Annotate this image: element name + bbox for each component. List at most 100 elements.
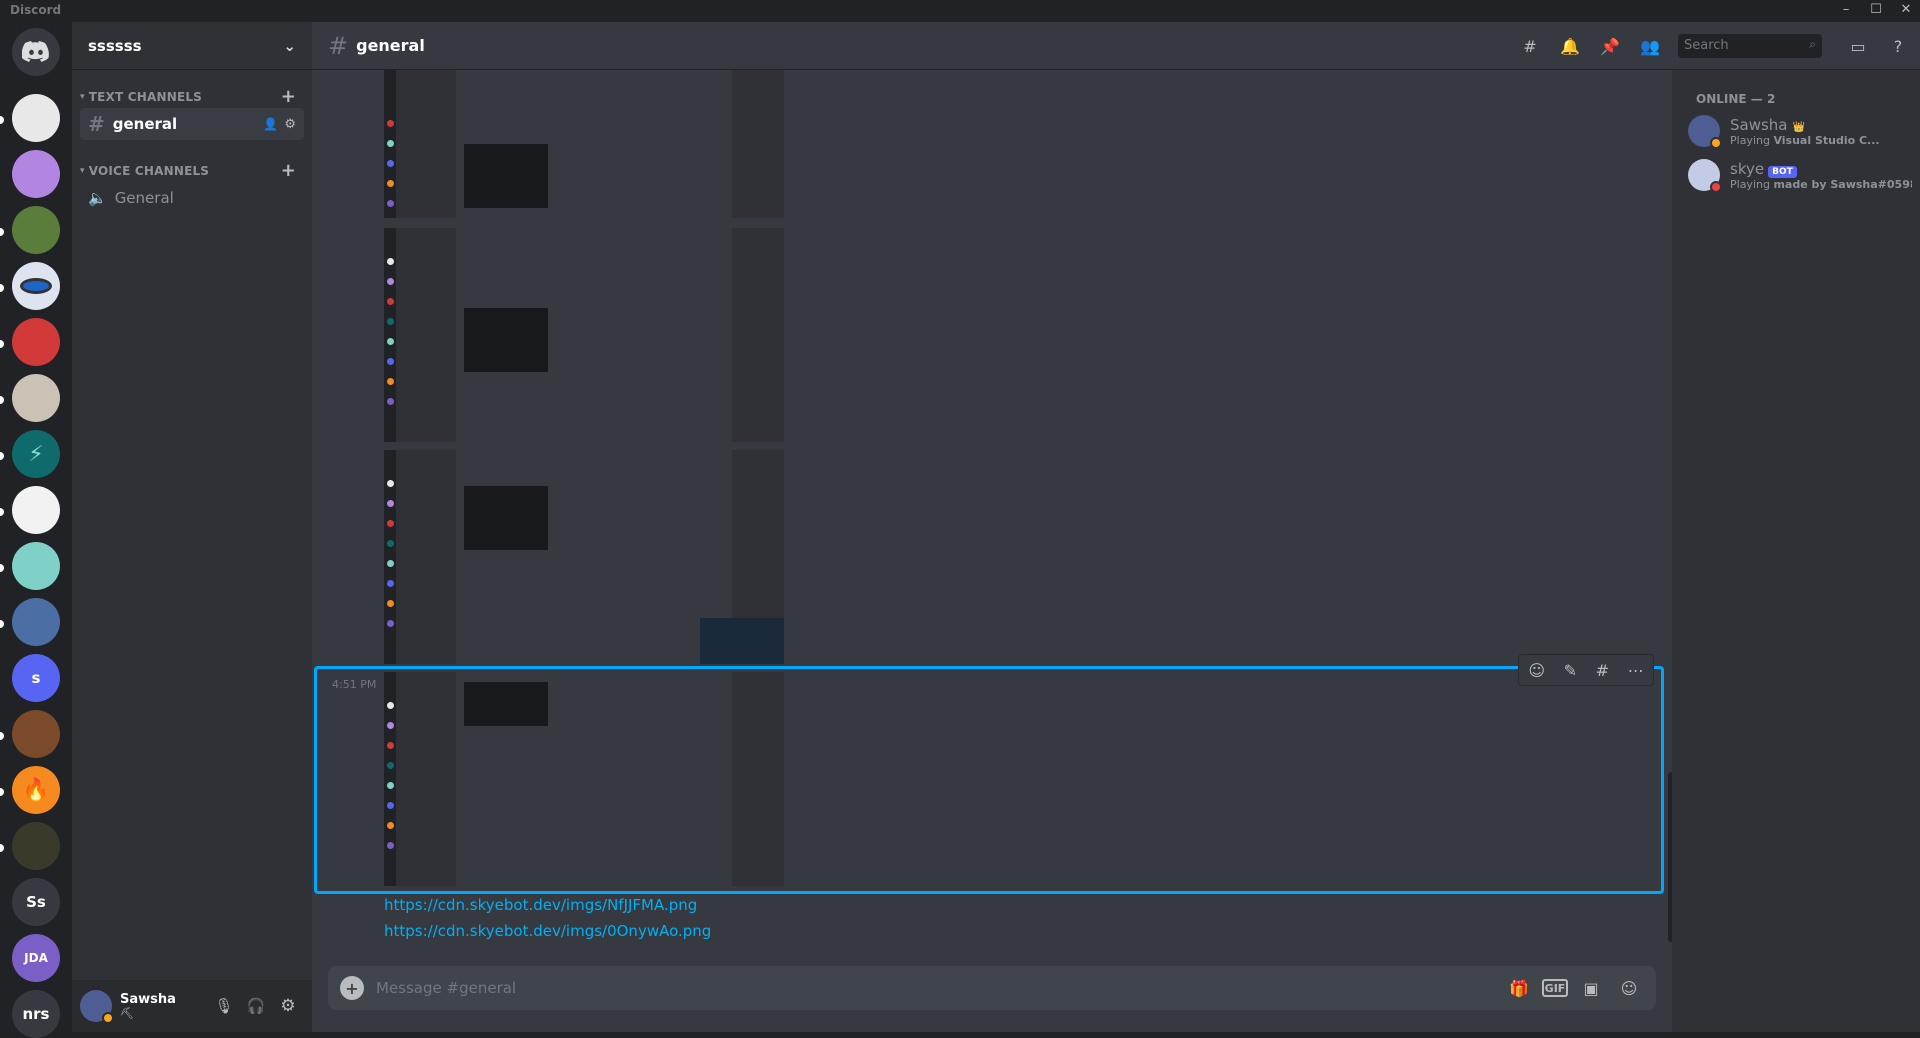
title-bar: Discord – ☐ ✕	[0, 0, 1920, 22]
emoji-icon[interactable]: ☺	[1614, 976, 1644, 1000]
status-indicator	[102, 1012, 114, 1024]
chevron-down-icon: ⌄	[283, 36, 296, 55]
unread-indicator	[0, 788, 4, 796]
guild-icon-14[interactable]	[12, 822, 60, 870]
add-reaction-icon[interactable]: ☺	[1528, 661, 1545, 680]
pin-icon[interactable]: 📌	[1598, 34, 1622, 58]
guild-icon-7[interactable]: ⚡	[12, 430, 60, 478]
bot-badge: BOT	[1768, 166, 1797, 178]
member-list-icon[interactable]: 👥	[1638, 34, 1662, 58]
user-panel: Sawsha ⛏ 🎙 🎧 ⚙	[72, 980, 312, 1032]
message-list[interactable]: 4:51 PM ☺ ✎ # ⋯ https://cdn.skyebot.dev/…	[312, 70, 1672, 950]
gif-icon[interactable]: GIF	[1542, 979, 1568, 997]
message-link[interactable]: https://cdn.skyebot.dev/imgs/0OnywAo.png	[384, 922, 711, 940]
unread-indicator	[0, 228, 4, 236]
text-channel-icon: #	[88, 112, 105, 136]
upload-icon[interactable]: +	[340, 976, 364, 1000]
category-text-channels[interactable]: ▾ TEXT CHANNELS +	[80, 86, 304, 107]
guild-icon-ss[interactable]: Ss	[12, 878, 60, 926]
guild-icon-5[interactable]	[12, 318, 60, 366]
channel-sidebar: ssssss ⌄ ▾ TEXT CHANNELS + # general 👤 ⚙…	[72, 22, 312, 1032]
unread-indicator	[0, 620, 4, 628]
member-name: skye	[1730, 160, 1765, 178]
member-sawsha[interactable]: Sawsha 👑 Playing Visual Studio C...	[1688, 110, 1912, 152]
headphones-icon[interactable]: 🎧	[240, 997, 272, 1015]
unread-indicator	[0, 284, 4, 292]
message-link[interactable]: https://cdn.skyebot.dev/imgs/NfJJFMA.png	[384, 896, 697, 914]
thread-icon[interactable]: #	[1596, 661, 1609, 680]
maximize-button[interactable]: ☐	[1866, 2, 1886, 17]
channel-general[interactable]: # general 👤 ⚙	[80, 108, 304, 140]
username: Sawsha	[120, 992, 176, 1007]
guild-icon-2[interactable]	[12, 150, 60, 198]
unread-indicator	[0, 844, 4, 852]
unread-indicator	[0, 116, 4, 124]
guild-icon-12[interactable]	[12, 710, 60, 758]
help-icon[interactable]: ?	[1886, 34, 1910, 58]
unread-indicator	[0, 508, 4, 516]
message-highlight[interactable]	[314, 666, 1664, 894]
guild-icon-9[interactable]	[12, 542, 60, 590]
message-input[interactable]	[374, 978, 1496, 998]
sticker-icon[interactable]: ▣	[1576, 976, 1606, 1000]
text-channel-icon: #	[328, 31, 349, 60]
create-channel-icon[interactable]: +	[281, 160, 296, 181]
members-header: ONLINE — 2	[1696, 92, 1776, 106]
close-button[interactable]: ✕	[1896, 2, 1916, 17]
unread-indicator	[0, 396, 4, 404]
channel-label: general	[112, 115, 178, 133]
edit-icon[interactable]: ✎	[1564, 661, 1577, 680]
guild-icon-4[interactable]	[12, 262, 60, 310]
search-icon: ⌕	[1809, 37, 1816, 51]
discord-home-button[interactable]	[12, 28, 60, 76]
guild-icon-6[interactable]	[12, 374, 60, 422]
threads-icon[interactable]: #	[1518, 34, 1542, 58]
channel-label: General	[114, 189, 174, 207]
unread-indicator	[0, 452, 4, 460]
bell-icon[interactable]: 🔔	[1558, 34, 1582, 58]
guild-icon-s[interactable]: s	[12, 654, 60, 702]
app-title: Discord	[10, 3, 62, 17]
server-header[interactable]: ssssss ⌄	[72, 22, 312, 70]
avatar[interactable]	[80, 990, 114, 1024]
server-name: ssssss	[88, 36, 142, 55]
invite-icon[interactable]: 👤	[263, 117, 278, 131]
guild-icon-8[interactable]	[12, 486, 60, 534]
chevron-down-icon: ▾	[80, 92, 85, 102]
category-label: TEXT CHANNELS	[88, 90, 203, 104]
member-skye[interactable]: skye BOT Playing made by Sawsha#0598	[1688, 154, 1912, 196]
voice-channel-general[interactable]: 🔈 General	[80, 182, 304, 214]
minimize-button[interactable]: –	[1836, 2, 1856, 17]
gear-icon[interactable]: ⚙	[272, 996, 304, 1016]
speaker-icon: 🔈	[88, 189, 107, 207]
guild-icon-jda[interactable]: JDA	[12, 934, 60, 982]
guild-icon-10[interactable]	[12, 598, 60, 646]
chevron-down-icon: ▾	[80, 166, 85, 176]
guild-icon-nrs[interactable]: nrs	[12, 990, 60, 1038]
member-activity: Playing Visual Studio C...	[1730, 134, 1880, 147]
category-voice-channels[interactable]: ▾ VOICE CHANNELS +	[80, 160, 304, 181]
unread-indicator	[0, 564, 4, 572]
inbox-icon[interactable]: ▭	[1846, 34, 1870, 58]
search-placeholder: Search	[1684, 38, 1729, 53]
image-attachment[interactable]	[384, 70, 784, 218]
avatar	[1688, 159, 1722, 193]
guild-icon-13[interactable]: 🔥	[12, 766, 60, 814]
guild-icon-1[interactable]	[12, 94, 60, 142]
channel-title: general	[356, 36, 425, 55]
create-channel-icon[interactable]: +	[281, 86, 296, 107]
mute-icon[interactable]: 🎙	[208, 997, 240, 1015]
image-attachment[interactable]	[384, 450, 784, 664]
member-name: Sawsha	[1730, 116, 1788, 134]
gift-icon[interactable]: 🎁	[1504, 976, 1534, 1000]
more-icon[interactable]: ⋯	[1628, 661, 1644, 680]
category-label: VOICE CHANNELS	[88, 164, 210, 178]
member-activity: Playing made by Sawsha#0598	[1730, 178, 1912, 191]
image-attachment[interactable]	[384, 228, 784, 442]
status-indicator	[1710, 181, 1722, 193]
discord-logo-icon	[22, 41, 49, 62]
unread-indicator	[0, 732, 4, 740]
guild-icon-3[interactable]	[12, 206, 60, 254]
gear-icon[interactable]: ⚙	[284, 117, 296, 132]
search-input[interactable]: Search ⌕	[1678, 34, 1822, 58]
